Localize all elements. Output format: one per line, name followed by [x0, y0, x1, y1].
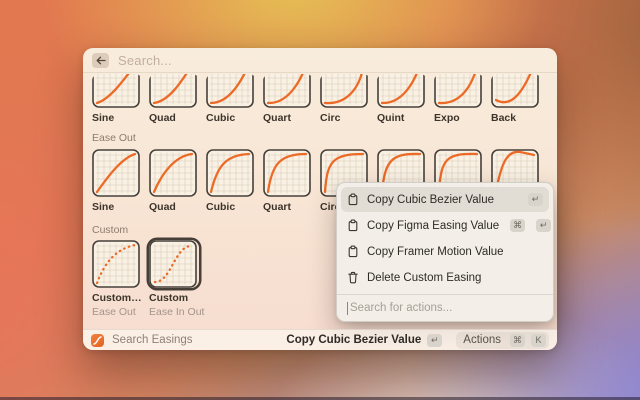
section-header-custom: Custom: [92, 224, 128, 236]
easing-card-label: Cubic: [206, 201, 256, 213]
easing-card-label: Cubic: [206, 112, 256, 124]
footer-app-name: Search Easings: [112, 334, 278, 346]
actions-menu: Copy Cubic Bezier Value ↵ Copy Figma Easi…: [336, 182, 554, 322]
easing-card-ease-in-quad[interactable]: Quad: [149, 74, 199, 124]
easing-card-label: Sine: [92, 201, 142, 213]
easing-card-ease-in-quint[interactable]: Quint: [377, 74, 427, 124]
menu-item-label: Delete Custom Easing: [367, 272, 543, 284]
return-key-icon: ↵: [536, 219, 551, 232]
easing-card-ease-in-cubic[interactable]: Cubic: [206, 74, 256, 124]
menu-item-label: Copy Framer Motion Value: [367, 246, 543, 258]
menu-item-copy-figma-easing-value[interactable]: Copy Figma Easing Value ⌘ ↵: [341, 213, 549, 238]
easing-thumbnail: [206, 74, 256, 108]
easing-card-sublabel: Ease In Out: [149, 306, 199, 318]
easing-card-ease-out-sine[interactable]: Sine: [92, 149, 142, 213]
easing-thumbnail: [491, 74, 541, 108]
easing-thumbnail: [149, 74, 199, 108]
easing-card-custom-custom[interactable]: Custom Ease In Out: [149, 240, 199, 318]
actions-button[interactable]: Actions ⌘ K: [456, 332, 549, 349]
clipboard-icon: [347, 245, 359, 258]
menu-item-copy-cubic-bezier-value[interactable]: Copy Cubic Bezier Value ↵: [341, 187, 549, 212]
easing-card-label: Sine: [92, 112, 142, 124]
launcher-window: Search... Sine Quad Cubic Quart Circ Qui…: [83, 48, 557, 350]
easings-app-icon: [91, 334, 104, 347]
return-key-icon: ↵: [528, 193, 543, 206]
easing-card-ease-in-quart[interactable]: Quart: [263, 74, 313, 124]
search-input[interactable]: Search...: [118, 53, 172, 68]
back-button[interactable]: [92, 53, 109, 68]
text-cursor: [347, 302, 348, 315]
menu-item-copy-framer-motion-value[interactable]: Copy Framer Motion Value: [341, 239, 549, 264]
return-key-icon: ↵: [427, 334, 442, 347]
easing-thumbnail: [263, 74, 313, 108]
primary-action-label: Copy Cubic Bezier Value: [286, 334, 421, 346]
menu-item-label: Copy Cubic Bezier Value: [367, 194, 517, 206]
command-key-icon: ⌘: [510, 334, 525, 347]
easing-thumbnail: [434, 74, 484, 108]
search-header: Search...: [83, 48, 557, 73]
easing-card-label: Expo: [434, 112, 484, 124]
easing-card-label: Quart: [263, 112, 313, 124]
actions-search-placeholder: Search for actions...: [350, 302, 452, 314]
primary-action-button[interactable]: Copy Cubic Bezier Value ↵: [286, 334, 442, 347]
menu-item-label: Copy Figma Easing Value: [367, 220, 499, 232]
command-key-icon: ⌘: [510, 219, 525, 232]
actions-button-label: Actions: [463, 334, 501, 346]
trash-icon: [347, 271, 359, 284]
easing-thumbnail: [92, 240, 142, 288]
easing-thumbnail: [320, 74, 370, 108]
easing-card-ease-out-cubic[interactable]: Cubic: [206, 149, 256, 213]
easing-card-ease-out-quad[interactable]: Quad: [149, 149, 199, 213]
easing-card-ease-in-sine[interactable]: Sine: [92, 74, 142, 124]
easing-card-label: Back: [491, 112, 541, 124]
easing-card-sublabel: Ease Out: [92, 306, 142, 318]
easing-card-label: Circ: [320, 112, 370, 124]
easing-thumbnail: [206, 149, 256, 197]
clipboard-icon: [347, 193, 359, 206]
easing-thumbnail: [92, 74, 142, 108]
easing-card-ease-out-quart[interactable]: Quart: [263, 149, 313, 213]
easing-card-label: Quart: [263, 201, 313, 213]
easing-card-ease-in-expo[interactable]: Expo: [434, 74, 484, 124]
easing-card-ease-in-back[interactable]: Back: [491, 74, 541, 124]
section-header-ease-out: Ease Out: [92, 132, 136, 144]
easing-card-custom-custom-eas-[interactable]: Custom Eas… Ease Out: [92, 240, 142, 318]
easing-thumbnail: [149, 240, 199, 288]
k-key-icon: K: [531, 334, 546, 347]
easing-thumbnail: [149, 149, 199, 197]
clipboard-icon: [347, 219, 359, 232]
easing-thumbnail: [377, 74, 427, 108]
easing-card-ease-in-circ[interactable]: Circ: [320, 74, 370, 124]
actions-search-input[interactable]: Search for actions...: [337, 294, 553, 321]
easing-card-label: Quad: [149, 112, 199, 124]
easing-card-label: Custom: [149, 292, 199, 304]
menu-item-delete-custom-easing[interactable]: Delete Custom Easing: [341, 265, 549, 290]
back-arrow-icon: [96, 56, 106, 65]
easing-card-label: Quint: [377, 112, 427, 124]
easing-card-label: Quad: [149, 201, 199, 213]
easing-thumbnail: [263, 149, 313, 197]
actions-menu-items: Copy Cubic Bezier Value ↵ Copy Figma Easi…: [337, 183, 553, 294]
easing-thumbnail: [92, 149, 142, 197]
easing-card-label: Custom Eas…: [92, 292, 142, 304]
footer-bar: Search Easings Copy Cubic Bezier Value ↵…: [83, 329, 557, 350]
